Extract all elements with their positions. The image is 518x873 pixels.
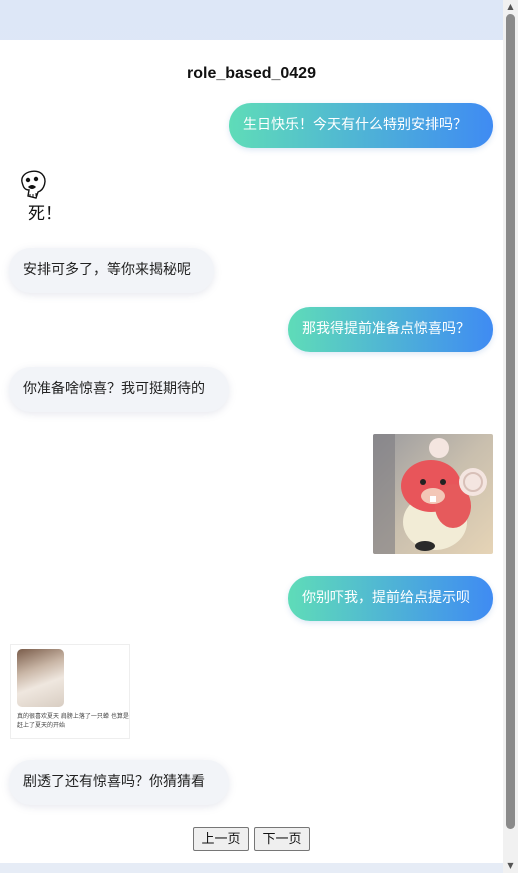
- next-page-button[interactable]: 下一页: [254, 827, 310, 851]
- sticker-text: 死！: [28, 204, 62, 224]
- bot-message-bubble: 剧透了还有惊喜吗？你猜猜看: [9, 760, 229, 805]
- user-message-bubble: 那我得提前准备点惊喜吗？: [288, 307, 493, 352]
- meme-caption: 真的很喜欢夏天 肩膀上落了一只蝉 也算是赶上了夏天的开始: [17, 713, 129, 729]
- prev-page-button[interactable]: 上一页: [193, 827, 249, 851]
- pink-beaver-toy-photo[interactable]: [373, 434, 493, 554]
- bot-message-bubble: 安排可多了，等你来揭秘呢: [9, 248, 214, 293]
- bot-message-bubble: 你准备啥惊喜？我可挺期待的: [9, 367, 229, 412]
- scrollbar-thumb[interactable]: [506, 14, 515, 829]
- user-message-bubble: 生日快乐！今天有什么特别安排吗？: [229, 103, 493, 148]
- meme-screenshot-image[interactable]: 真的很喜欢夏天 肩膀上落了一只蝉 也算是赶上了夏天的开始: [10, 644, 130, 739]
- skull-doodle-icon: 死！: [14, 168, 64, 228]
- scroll-up-arrow-icon[interactable]: ▲: [503, 0, 518, 14]
- user-message-bubble: 你别吓我，提前给点提示呗: [288, 576, 493, 621]
- meme-photo-thumbnail: [17, 649, 64, 707]
- scroll-down-arrow-icon[interactable]: ▼: [503, 859, 518, 873]
- page-title: role_based_0429: [187, 65, 316, 82]
